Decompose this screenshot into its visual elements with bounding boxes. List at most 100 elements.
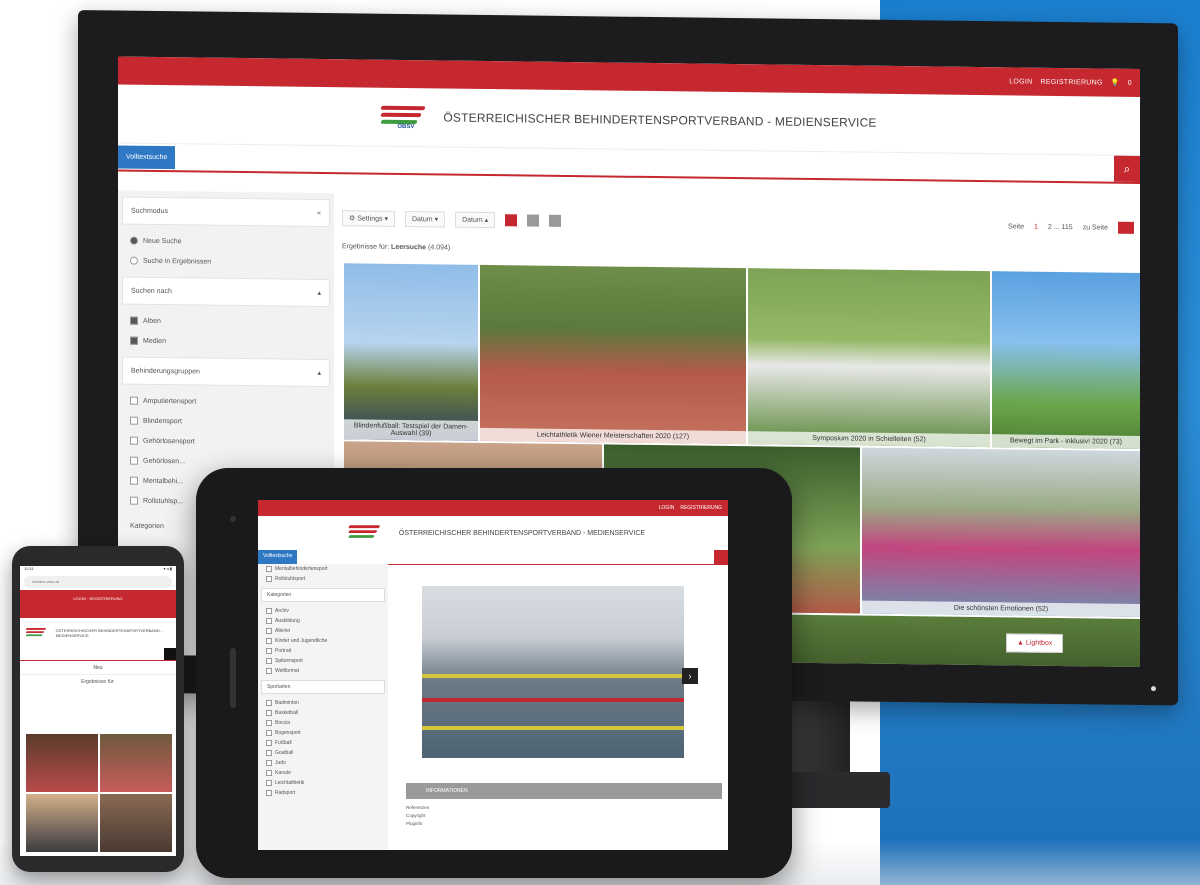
site-title: ÖSTERREICHISCHER BEHINDERTENSPORTVERBAND…	[398, 529, 646, 537]
lightbox-button[interactable]: ▲ Lightbox	[1006, 633, 1064, 654]
camera-icon	[230, 516, 236, 522]
lightbox-count: 0	[1127, 79, 1132, 87]
view-grid-large-icon[interactable]	[505, 214, 518, 227]
register-link[interactable]: REGISTRIERUNG	[680, 505, 722, 511]
tablet-search-bar: Volltextsuche	[258, 550, 728, 565]
album-tile[interactable]: Blindenfußball: Testspiel der Damen-Ausw…	[344, 263, 478, 441]
obsv-logo[interactable]	[25, 626, 47, 640]
result-toolbar: ⚙ Settings ▾ Datum ▾ Datum ▴ Seite 1 2 .…	[342, 207, 1134, 239]
checkbox-category[interactable]: Ausbildung	[258, 616, 388, 626]
power-led	[1151, 686, 1156, 692]
results-summary: Ergebnisse für: Leersuche (4.094)	[342, 243, 451, 252]
checkbox-sport[interactable]: Kanute	[258, 768, 388, 778]
album-grid: Blindenfußball: Testspiel der Damen-Ausw…	[344, 263, 1140, 667]
album-tile[interactable]: Bewegt im Park - inklusiv! 2020 (73)	[992, 271, 1140, 449]
tablet-sidebar: Mentalbehindertensport Rollstuhlsport Ka…	[258, 564, 388, 850]
sports-header[interactable]: Sportarten	[261, 680, 385, 694]
checkbox-category[interactable]: Spitzensport	[258, 656, 388, 666]
radio-search-in-results[interactable]: Suche in Ergebnissen	[118, 250, 334, 273]
checkbox-group[interactable]: Gehörlosensport	[118, 430, 334, 453]
pagination: Seite 1 2 ... 115 zu Seite	[1008, 220, 1134, 234]
site-title: ÖSTERREICHISCHER BEHINDERTENSPORTVERBAND…	[443, 110, 877, 130]
search-button[interactable]	[164, 648, 176, 660]
checkbox-sport[interactable]: Leichtathletik	[258, 778, 388, 788]
album-caption: Leichtathletik Wiener Meisterschaften 20…	[480, 427, 746, 445]
checkbox-media[interactable]: Medien	[118, 330, 334, 353]
page-range[interactable]: 2 ... 115	[1048, 223, 1073, 230]
checkbox-group[interactable]: Mentalbehindertensport	[258, 564, 388, 574]
checkbox-group[interactable]: Blindensport	[118, 410, 334, 433]
tablet-top-bar: LOGIN REGISTRIERUNG	[258, 500, 728, 516]
checkbox-sport[interactable]: Fußball	[258, 738, 388, 748]
checkbox-sport[interactable]: Basketball	[258, 708, 388, 718]
phone-results-summary: Ergebnisse für:	[81, 679, 115, 685]
obsv-logo[interactable]	[348, 523, 385, 544]
checkbox-sport[interactable]: Radsport	[258, 788, 388, 798]
gear-icon: ⚙	[349, 215, 356, 223]
album-caption: Blindenfußball: Testspiel der Damen-Ausw…	[344, 419, 478, 441]
lightbox-icon[interactable]: 💡	[1111, 79, 1120, 87]
goto-page-button[interactable]	[1118, 221, 1134, 234]
meta-list: Referenzen Copyright Pluginfo	[406, 805, 430, 826]
phone-device: 11:51 ▾ ◂ ▮ medien.obsv.at LOGIN · REGIST…	[12, 546, 184, 872]
next-arrow-icon[interactable]: ›	[682, 668, 698, 684]
view-grid-small-icon[interactable]	[527, 214, 540, 227]
site-title: ÖSTERREICHISCHER BEHINDERTENSPORTVERBAND…	[55, 628, 163, 638]
album-tile[interactable]: Symposium 2020 in Schielleiten (52)	[748, 268, 990, 448]
search-button[interactable]	[714, 550, 728, 564]
url-bar[interactable]: medien.obsv.at	[24, 576, 172, 588]
fulltext-search-tab[interactable]: Volltextsuche	[118, 144, 176, 169]
album-tile[interactable]: Leichtathletik Wiener Meisterschaften 20…	[480, 264, 746, 445]
groups-header[interactable]: Behinderungsgruppen ▴	[122, 356, 330, 388]
album-caption: Die schönsten Emotionen (52)	[862, 600, 1140, 617]
obsv-logo[interactable]: ÖBSV	[380, 102, 433, 133]
chevron-up-icon: ▴	[317, 289, 321, 297]
tablet-screen: LOGIN REGISTRIERUNG ÖSTERREICHISCHER BEH…	[258, 500, 728, 850]
phone-top-bar[interactable]: LOGIN · REGISTRIERUNG	[20, 590, 176, 618]
checkbox-albums[interactable]: Alben	[118, 310, 334, 333]
status-bar: 11:51 ▾ ◂ ▮	[24, 566, 172, 571]
page-current[interactable]: 1	[1034, 223, 1038, 230]
phone-subnav[interactable]: Neu	[20, 661, 176, 675]
search-for-header[interactable]: Suchen nach ▴	[122, 276, 330, 308]
search-mode-header[interactable]: Suchmodus «	[122, 196, 330, 228]
login-link[interactable]: LOGIN	[1009, 78, 1032, 85]
checkbox-sport[interactable]: Bogensport	[258, 728, 388, 738]
info-panel-header[interactable]: INFORMATIONEN	[406, 783, 722, 799]
checkbox-category[interactable]: Kinder und Jugendliche	[258, 636, 388, 646]
checkbox-sport[interactable]: Boccia	[258, 718, 388, 728]
phone-screen: 11:51 ▾ ◂ ▮ medien.obsv.at LOGIN · REGIST…	[20, 566, 176, 856]
sort-direction[interactable]: Datum ▴	[455, 211, 496, 229]
checkbox-category[interactable]: Allerlei	[258, 626, 388, 636]
album-caption: Symposium 2020 in Schielleiten (52)	[748, 431, 990, 448]
checkbox-sport[interactable]: Goalball	[258, 748, 388, 758]
fulltext-search-tab[interactable]: Volltextsuche	[258, 550, 298, 564]
album-tile[interactable]	[100, 734, 172, 792]
checkbox-category[interactable]: Archiv	[258, 606, 388, 616]
checkbox-sport[interactable]: Judo	[258, 758, 388, 768]
settings-dropdown[interactable]: ⚙ Settings ▾	[342, 210, 395, 227]
chevron-up-icon: ▴	[317, 369, 321, 377]
album-tile[interactable]	[100, 794, 172, 852]
checkbox-category[interactable]: Portrait	[258, 646, 388, 656]
search-button[interactable]: ⌕	[1114, 155, 1140, 182]
phone-search-bar	[20, 648, 176, 661]
checkbox-sport[interactable]: Badminton	[258, 698, 388, 708]
goto-label: zu Seite	[1082, 223, 1108, 232]
login-link[interactable]: LOGIN	[659, 505, 675, 511]
checkbox-group[interactable]: Amputiertensport	[118, 390, 334, 413]
album-tile[interactable]: Die schönsten Emotionen (52)	[862, 447, 1140, 617]
register-link[interactable]: REGISTRIERUNG	[1041, 78, 1103, 86]
album-tile[interactable]	[26, 734, 98, 792]
album-tile[interactable]	[26, 794, 98, 852]
checkbox-group[interactable]: Rollstuhlsport	[258, 574, 388, 584]
search-icon: ⌕	[1123, 161, 1131, 176]
tablet-device: LOGIN REGISTRIERUNG ÖSTERREICHISCHER BEH…	[196, 468, 792, 878]
radio-new-search[interactable]: Neue Suche	[118, 230, 334, 253]
categories-header[interactable]: Kategorien	[261, 588, 385, 602]
view-list-icon[interactable]	[549, 214, 562, 227]
dock-connector	[230, 648, 236, 708]
checkbox-category[interactable]: Weltformat	[258, 666, 388, 676]
sort-dropdown[interactable]: Datum ▾	[405, 210, 446, 228]
media-preview-image[interactable]	[422, 586, 684, 758]
